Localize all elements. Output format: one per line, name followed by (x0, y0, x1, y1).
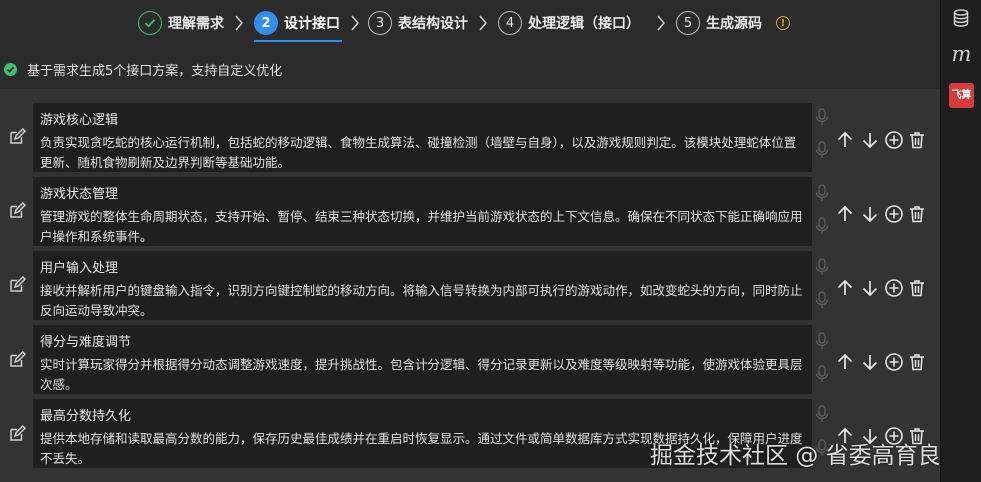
step-2-label: 设计接口 (284, 16, 340, 32)
chevron-right-icon (657, 15, 665, 31)
chevron-right-icon (235, 15, 243, 31)
interface-title: 得分与难度调节 (40, 335, 132, 350)
microphone-icon[interactable] (815, 365, 829, 383)
database-icon[interactable] (951, 8, 971, 28)
move-down-icon[interactable] (860, 204, 880, 224)
interface-card[interactable]: 用户输入处理 接收并解析用户的键盘输入指令，识别方向键控制蛇的移动方向。将输入信… (33, 251, 812, 320)
interface-title: 最高分数持久化 (40, 409, 132, 424)
edit-icon[interactable] (9, 202, 26, 219)
feisuan-plugin-icon[interactable]: 飞算 (949, 83, 974, 108)
interface-card[interactable]: 得分与难度调节 实时计算玩家得分并根据得分动态调整游戏速度，提升挑战性。包含计分… (33, 325, 812, 394)
list-item: 用户输入处理 接收并解析用户的键盘输入指令，识别方向键控制蛇的移动方向。将输入信… (0, 251, 940, 322)
move-down-icon[interactable] (860, 352, 880, 372)
interface-description: 接收并解析用户的键盘输入指令，识别方向键控制蛇的移动方向。将输入信号转换为内部可… (40, 283, 803, 318)
interface-title: 游戏状态管理 (40, 187, 119, 202)
step-5[interactable]: 5 生成源码 (676, 10, 762, 36)
move-up-icon[interactable] (835, 204, 855, 224)
step-4-label: 处理逻辑（接口） (528, 16, 640, 32)
interface-description: 实时计算玩家得分并根据得分动态调整游戏速度，提升挑战性。包含计分逻辑、得分记录更… (40, 357, 803, 392)
delete-icon[interactable] (907, 352, 927, 372)
step-4-number: 4 (498, 11, 522, 35)
step-1-label: 理解需求 (168, 16, 224, 32)
interface-title: 用户输入处理 (40, 261, 119, 276)
move-up-icon[interactable] (835, 130, 855, 150)
interface-description: 管理游戏的整体生命周期状态，支持开始、暂停、结束三种状态切换，并维护当前游戏状态… (40, 209, 803, 244)
step-4[interactable]: 4 处理逻辑（接口） (498, 10, 640, 36)
step-3-number: 3 (368, 11, 392, 35)
step-3[interactable]: 3 表结构设计 (368, 10, 468, 36)
add-icon[interactable] (884, 278, 904, 298)
add-icon[interactable] (884, 204, 904, 224)
list-item: 游戏状态管理 管理游戏的整体生命周期状态，支持开始、暂停、结束三种状态切换，并维… (0, 177, 940, 248)
info-icon[interactable]: ! (776, 16, 790, 30)
microphone-icon[interactable] (815, 217, 829, 235)
status-line: 基于需求生成5个接口方案，支持自定义优化 (4, 60, 282, 79)
right-activity-bar: m 飞算 (940, 0, 981, 482)
m-plugin-icon[interactable]: m (941, 42, 981, 66)
interface-card[interactable]: 游戏状态管理 管理游戏的整体生命周期状态，支持开始、暂停、结束三种状态切换，并维… (33, 177, 812, 246)
interface-card[interactable]: 游戏核心逻辑 负责实现贪吃蛇的核心运行机制，包括蛇的移动逻辑、食物生成算法、碰撞… (33, 103, 812, 172)
step-2[interactable]: 2 设计接口 (254, 10, 340, 36)
list-item: 游戏核心逻辑 负责实现贪吃蛇的核心运行机制，包括蛇的移动逻辑、食物生成算法、碰撞… (0, 102, 940, 173)
move-down-icon[interactable] (860, 278, 880, 298)
microphone-icon[interactable] (815, 258, 829, 276)
edit-icon[interactable] (9, 128, 26, 145)
status-text: 基于需求生成5个接口方案，支持自定义优化 (27, 64, 283, 79)
microphone-icon[interactable] (815, 141, 829, 159)
chevron-right-icon (479, 15, 487, 31)
delete-icon[interactable] (907, 130, 927, 150)
step-1[interactable]: 理解需求 (138, 10, 224, 36)
delete-icon[interactable] (907, 278, 927, 298)
edit-icon[interactable] (9, 351, 26, 368)
move-up-icon[interactable] (835, 278, 855, 298)
step-5-label: 生成源码 (706, 16, 762, 32)
edit-icon[interactable] (9, 276, 26, 293)
move-up-icon[interactable] (835, 352, 855, 372)
microphone-icon[interactable] (815, 332, 829, 350)
microphone-icon[interactable] (815, 405, 829, 423)
list-item: 得分与难度调节 实时计算玩家得分并根据得分动态调整游戏速度，提升挑战性。包含计分… (0, 325, 940, 396)
add-icon[interactable] (884, 130, 904, 150)
microphone-icon[interactable] (815, 184, 829, 202)
step-progress: 理解需求 2 设计接口 3 表结构设计 4 处理逻辑（接口） 5 生成源码 ! (0, 0, 940, 46)
interface-list: 游戏核心逻辑 负责实现贪吃蛇的核心运行机制，包括蛇的移动逻辑、食物生成算法、碰撞… (0, 89, 940, 482)
chevron-right-icon (351, 15, 359, 31)
watermark: 掘金技术社区 @ 省委高育良 (650, 443, 941, 469)
step-1-done-icon (138, 11, 162, 35)
microphone-icon[interactable] (815, 291, 829, 309)
add-icon[interactable] (884, 352, 904, 372)
step-3-label: 表结构设计 (398, 16, 468, 32)
interface-title: 游戏核心逻辑 (40, 113, 119, 128)
delete-icon[interactable] (907, 204, 927, 224)
move-down-icon[interactable] (860, 130, 880, 150)
microphone-icon[interactable] (815, 108, 829, 126)
interface-description: 负责实现贪吃蛇的核心运行机制，包括蛇的移动逻辑、食物生成算法、碰撞检测（墙壁与自… (40, 135, 797, 170)
step-5-number: 5 (676, 11, 700, 35)
step-2-number: 2 (254, 11, 278, 35)
success-check-icon (4, 63, 17, 76)
edit-icon[interactable] (9, 425, 26, 442)
active-step-underline (254, 40, 342, 42)
